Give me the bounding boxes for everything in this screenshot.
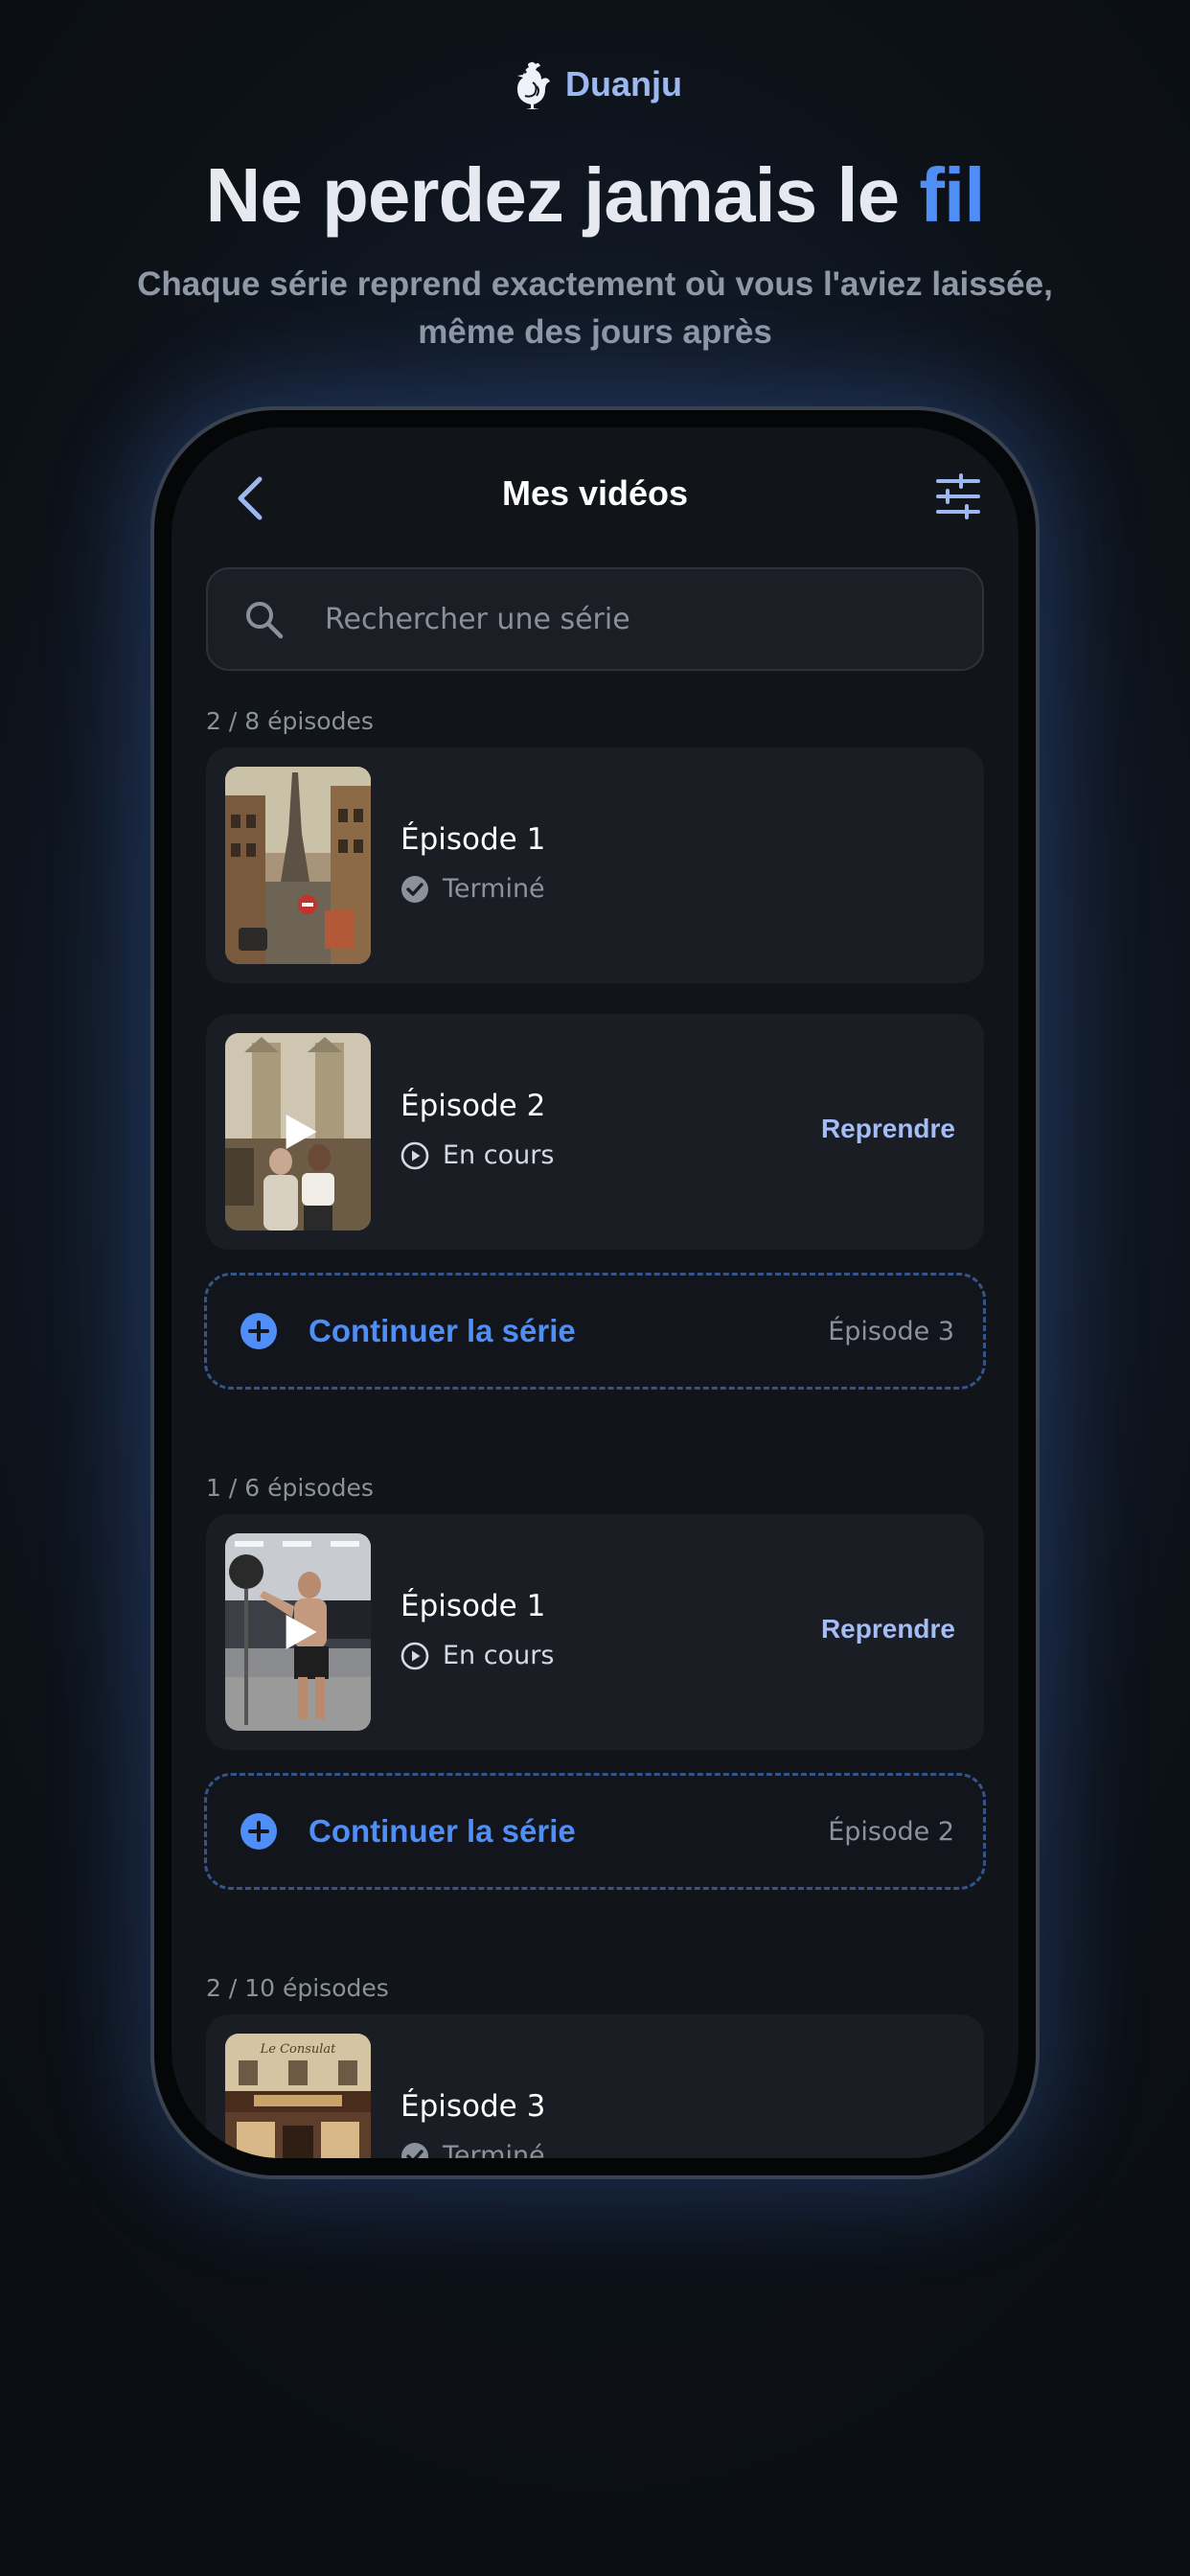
filter-sliders-icon[interactable]: [934, 473, 982, 519]
app-screen: Mes vidéos 2 / 8 épisodes: [172, 427, 1018, 2158]
hero-title: Ne perdez jamais le fil: [0, 151, 1190, 240]
phone-frame: Mes vidéos 2 / 8 épisodes: [150, 406, 1040, 2179]
continue-series-button[interactable]: Continuer la série Épisode 3: [204, 1273, 986, 1390]
search-input[interactable]: [325, 602, 900, 636]
continue-series-button[interactable]: Continuer la série Épisode 2: [204, 1773, 986, 1890]
brand: Duanju: [0, 59, 1190, 109]
resume-button[interactable]: Reprendre: [821, 1614, 955, 1644]
next-episode-label: Épisode 2: [828, 1816, 954, 1847]
hero-subtitle-line2: même des jours après: [418, 313, 772, 351]
rooster-icon: [517, 61, 550, 109]
series-progress-label: 2 / 8 épisodes: [206, 707, 374, 735]
hero-subtitle: Chaque série reprend exactement où vous …: [135, 261, 1055, 356]
play-icon[interactable]: [285, 1113, 319, 1151]
search-bar[interactable]: [206, 567, 984, 671]
resume-button[interactable]: Reprendre: [821, 1114, 955, 1144]
brand-name: Duanju: [565, 64, 682, 104]
play-circle-icon: [400, 1642, 429, 1669]
status-text: En cours: [443, 1641, 555, 1670]
episode-card[interactable]: Le Consulat Épisode 3 Terminé: [206, 2014, 984, 2158]
plus-circle-icon: [240, 1313, 277, 1349]
episode-thumbnail[interactable]: Le Consulat: [225, 2034, 371, 2158]
series-progress-label: 2 / 10 épisodes: [206, 1974, 389, 2002]
hero-title-main: Ne perdez jamais le: [205, 152, 920, 238]
status-text: Terminé: [443, 2141, 545, 2158]
episode-status: Terminé: [400, 874, 545, 904]
play-icon[interactable]: [285, 1613, 319, 1651]
episode-title: Épisode 2: [400, 1089, 546, 1123]
episode-thumbnail[interactable]: [225, 1533, 371, 1731]
episode-card[interactable]: Épisode 1 En cours Reprendre: [206, 1514, 984, 1750]
episode-status: En cours: [400, 1641, 554, 1670]
plus-circle-icon: [240, 1813, 277, 1850]
episode-status: Terminé: [400, 2141, 545, 2158]
search-icon: [246, 602, 284, 639]
episode-card[interactable]: Épisode 1 Terminé: [206, 748, 984, 983]
hero-subtitle-line1: Chaque série reprend exactement où vous …: [137, 265, 1053, 303]
series-progress-label: 1 / 6 épisodes: [206, 1474, 374, 1502]
hero-title-accent: fil: [919, 152, 985, 238]
status-text: Terminé: [443, 874, 545, 904]
check-circle-icon: [401, 2142, 428, 2158]
page-title: Mes vidéos: [501, 473, 689, 513]
episode-card[interactable]: Épisode 2 En cours Reprendre: [206, 1014, 984, 1250]
episode-title: Épisode 3: [400, 2089, 546, 2124]
continue-label: Continuer la série: [309, 1813, 576, 1849]
check-circle-icon: [401, 875, 428, 903]
episode-title: Épisode 1: [400, 822, 546, 857]
episode-title: Épisode 1: [400, 1589, 546, 1623]
play-circle-icon: [400, 1141, 429, 1169]
continue-label: Continuer la série: [309, 1313, 576, 1348]
status-text: En cours: [443, 1140, 555, 1170]
episode-thumbnail[interactable]: [225, 1033, 371, 1230]
episode-thumbnail[interactable]: [225, 767, 371, 964]
episode-status: En cours: [400, 1140, 554, 1170]
cafe-sign-text: Le Consulat: [260, 2042, 337, 2057]
next-episode-label: Épisode 3: [828, 1316, 954, 1346]
